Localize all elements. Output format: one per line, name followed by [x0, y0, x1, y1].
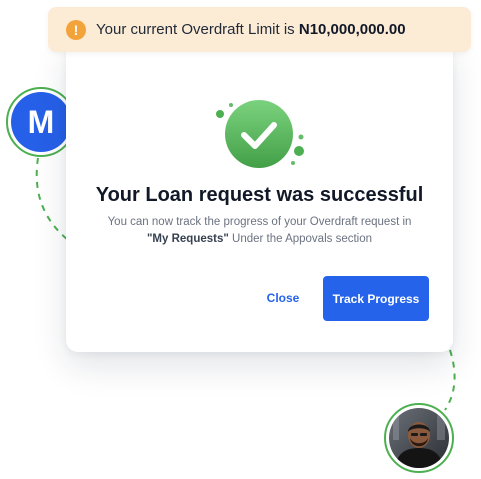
- brand-letter: M: [11, 92, 71, 152]
- banner-text: Your current Overdraft Limit is N10,000,…: [96, 21, 406, 38]
- user-avatar-photo: [389, 408, 449, 468]
- description-line-2: Under the Appovals section: [228, 233, 373, 245]
- track-progress-button[interactable]: Track Progress: [323, 276, 429, 321]
- my-requests-label: "My Requests": [146, 233, 229, 245]
- user-avatar: [384, 403, 454, 473]
- banner-text-prefix: Your current Overdraft Limit is: [96, 21, 299, 38]
- description-line-1: You can now track the progress of your O…: [107, 216, 412, 228]
- overdraft-amount: N10,000,000.00: [298, 21, 406, 38]
- success-check-icon: [216, 100, 304, 168]
- dialog-description: You can now track the progress of your O…: [86, 214, 433, 248]
- warning-icon: !: [66, 19, 86, 40]
- dialog-title: Your Loan request was successful: [95, 184, 424, 206]
- close-button[interactable]: Close: [260, 288, 306, 308]
- overdraft-limit-banner: ! Your current Overdraft Limit is N10,00…: [48, 7, 471, 52]
